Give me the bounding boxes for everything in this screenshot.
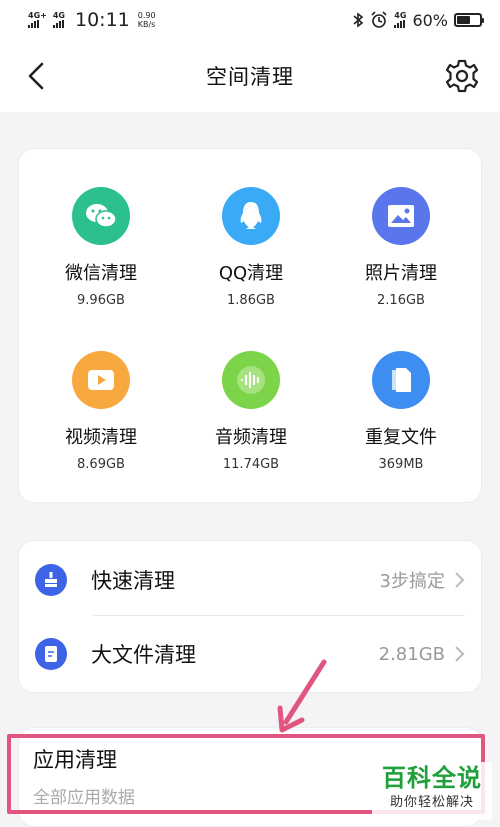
signal-icon-3: 4G	[394, 12, 406, 28]
category-size: 8.69GB	[77, 457, 125, 472]
signal-icon-2: 4G	[52, 12, 65, 28]
signal-icon-1: 4G+	[28, 12, 47, 28]
status-bar: 4G+ 4G 10:11 0.90 KB/s 4G 60%	[0, 0, 500, 40]
divider	[93, 615, 465, 616]
battery-icon	[454, 13, 484, 27]
watermark-title: 百科全说	[382, 764, 482, 792]
battery-percent: 60%	[412, 10, 448, 30]
settings-button[interactable]	[444, 58, 480, 94]
large-file-clean-value: 2.81GB	[378, 643, 445, 665]
category-name: 照片清理	[365, 263, 437, 284]
space-clean-screen: 4G+ 4G 10:11 0.90 KB/s 4G 60% 空间清理 微信清理 …	[0, 0, 500, 827]
gear-icon	[445, 59, 479, 93]
large-file-clean-label: 大文件清理	[91, 643, 196, 667]
app-header: 空间清理	[0, 40, 500, 112]
category-size: 9.96GB	[77, 293, 125, 308]
watermark-logo: 百科全说 助你轻松解决	[372, 762, 492, 820]
wechat-icon	[72, 187, 130, 245]
battery-level	[457, 16, 471, 24]
qq-penguin-icon	[222, 187, 280, 245]
category-qq[interactable]: QQ清理 1.86GB	[181, 187, 321, 308]
quick-clean-label: 快速清理	[91, 569, 175, 593]
category-name: 音频清理	[215, 427, 287, 448]
status-left: 4G+ 4G 10:11 0.90 KB/s	[28, 9, 156, 31]
category-name: 重复文件	[365, 427, 437, 448]
bluetooth-icon	[353, 12, 364, 28]
status-time: 10:11	[74, 9, 130, 31]
document-icon	[35, 638, 67, 670]
category-wechat[interactable]: 微信清理 9.96GB	[31, 187, 171, 308]
video-play-icon	[72, 351, 130, 409]
category-size: 2.16GB	[377, 293, 425, 308]
duplicate-file-icon	[372, 351, 430, 409]
category-name: QQ清理	[218, 263, 284, 284]
clean-options-card: 快速清理 3步搞定 大文件清理 2.81GB	[18, 540, 482, 693]
chevron-left-icon	[28, 62, 44, 90]
category-grid-card: 微信清理 9.96GB QQ清理 1.86GB 照片清理 2.16GB 视频清理…	[18, 148, 482, 503]
alarm-icon	[371, 11, 387, 28]
category-audio[interactable]: 音频清理 11.74GB	[181, 351, 321, 472]
large-file-clean-row[interactable]: 大文件清理 2.81GB	[19, 617, 483, 691]
category-size: 1.86GB	[227, 293, 275, 308]
image-icon	[372, 187, 430, 245]
category-size: 11.74GB	[222, 457, 280, 472]
chevron-right-icon	[455, 572, 465, 588]
category-photo[interactable]: 照片清理 2.16GB	[331, 187, 471, 308]
page-title: 空间清理	[206, 65, 294, 89]
pointer-arrow-icon	[277, 659, 327, 733]
category-duplicate[interactable]: 重复文件 369MB	[331, 351, 471, 472]
chevron-right-icon	[455, 646, 465, 662]
audio-wave-icon	[222, 351, 280, 409]
category-name: 视频清理	[65, 427, 137, 448]
category-name: 微信清理	[65, 263, 137, 284]
status-right: 4G 60%	[352, 10, 484, 30]
broom-icon	[35, 564, 67, 596]
category-video[interactable]: 视频清理 8.69GB	[31, 351, 171, 472]
quick-clean-row[interactable]: 快速清理 3步搞定	[19, 543, 483, 617]
network-speed: 0.90 KB/s	[137, 11, 156, 29]
category-size: 369MB	[378, 457, 424, 472]
quick-clean-value: 3步搞定	[379, 571, 445, 592]
back-button[interactable]	[22, 60, 54, 92]
watermark-subtitle: 助你轻松解决	[389, 795, 474, 810]
